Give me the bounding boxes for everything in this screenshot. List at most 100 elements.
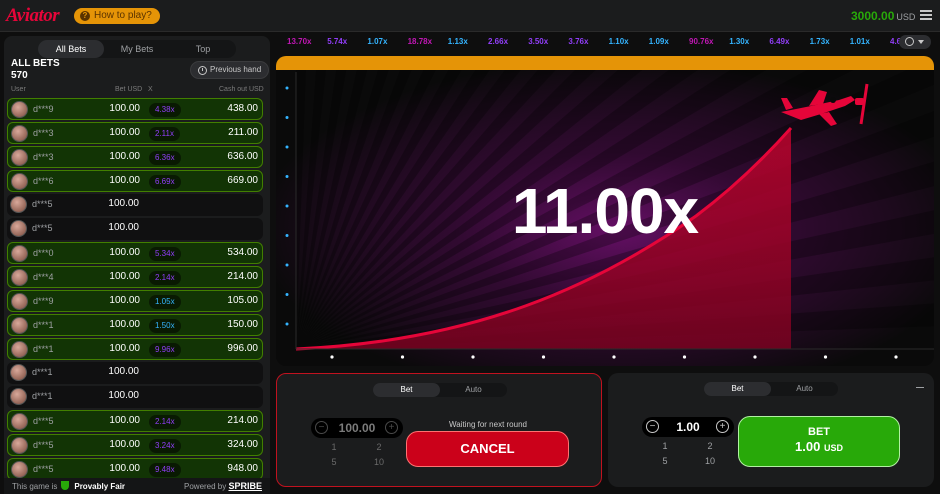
quick-amount-10[interactable]: 10: [364, 457, 394, 469]
history-multiplier[interactable]: 1.10x: [609, 37, 629, 46]
bet-amount-2[interactable]: 1.00: [662, 420, 714, 434]
multiplier-history: 13.70x 5.74x 1.07x 18.78x 1.13x 2.66x 3.50x 3.7…: [276, 33, 940, 51]
avatar: [10, 364, 27, 381]
column-bet: Bet USD: [115, 86, 143, 93]
quick-amount-5[interactable]: 5: [650, 456, 680, 468]
footer-bar: This game is Provably Fair Powered by SPR…: [4, 478, 270, 494]
bet-row-cashout: 534.00: [227, 247, 258, 258]
powered-by: Powered by SPRIBE: [184, 481, 262, 491]
bet-row-amount: 100.00: [109, 295, 140, 306]
avatar: [10, 196, 27, 213]
bet-row-amount: 100.00: [108, 198, 139, 209]
history-multiplier[interactable]: 1.07x: [367, 37, 387, 46]
balance-currency: USD: [896, 12, 916, 22]
aviator-app: Aviator ? How to play? 3000.00 USD All Be…: [0, 0, 940, 494]
chevron-down-icon: [918, 40, 924, 44]
history-dropdown-button[interactable]: [899, 35, 931, 49]
bet-row-amount: 100.00: [108, 366, 139, 377]
top-accent-bar: [276, 56, 934, 70]
bet-row-user: d***1: [32, 367, 53, 377]
bets-list: d***9 100.00 4.38x 438.00 d***3 100.00 2.11x 21…: [7, 98, 263, 482]
bet-amount-1[interactable]: 100.00: [331, 421, 383, 435]
increase-icon[interactable]: +: [716, 420, 729, 433]
bet-row-user: d***1: [33, 320, 54, 330]
tab-all-bets[interactable]: All Bets: [38, 40, 104, 58]
all-bets-count: 570: [11, 70, 28, 81]
bet-amount-stepper-1[interactable]: − 100.00 +: [311, 418, 403, 438]
bet-row-cashout: 324.00: [227, 439, 258, 450]
quick-amount-2[interactable]: 2: [695, 441, 725, 453]
bet-row: d***9 100.00 4.38x 438.00: [7, 98, 263, 120]
tab-auto-1[interactable]: Auto: [440, 383, 507, 397]
bet-panel-1: Bet Auto − 100.00 + 1 2 5 10 Waiting for…: [276, 373, 602, 487]
history-multiplier[interactable]: 90.76x: [689, 37, 713, 46]
avatar: [11, 245, 28, 262]
bet-button[interactable]: BET 1.00 USD: [738, 416, 900, 467]
history-multiplier[interactable]: 5.74x: [327, 37, 347, 46]
provably-fair-link[interactable]: This game is Provably Fair: [12, 481, 125, 491]
bet-row-user: d***3: [33, 128, 54, 138]
bet-row-cashout: 150.00: [227, 319, 258, 330]
tab-bet-2[interactable]: Bet: [704, 382, 771, 396]
bet-row-cashout: 669.00: [227, 175, 258, 186]
bet-row-amount: 100.00: [109, 343, 140, 354]
history-multiplier[interactable]: 13.70x: [287, 37, 311, 46]
all-bets-label: ALL BETS: [11, 58, 60, 69]
decrease-icon[interactable]: −: [315, 421, 328, 434]
history-multiplier[interactable]: 3.76x: [568, 37, 588, 46]
powered-by-label: Powered by: [184, 482, 227, 491]
hamburger-menu-icon[interactable]: [920, 10, 932, 20]
bet-row-amount: 100.00: [108, 390, 139, 401]
bet-row-user: d***1: [32, 391, 53, 401]
bet-amount-stepper-2[interactable]: − 1.00 +: [642, 417, 734, 437]
bet-row-multiplier: 2.14x: [149, 415, 181, 429]
previous-hand-button[interactable]: Previous hand: [190, 61, 270, 79]
history-multiplier[interactable]: 1.30x: [729, 37, 749, 46]
bet-row: d***3 100.00 6.36x 636.00: [7, 146, 263, 168]
bet-row-multiplier: 9.48x: [149, 463, 181, 477]
history-multiplier[interactable]: 1.73x: [810, 37, 830, 46]
remove-panel-icon[interactable]: [916, 387, 924, 388]
tab-bet-1[interactable]: Bet: [373, 383, 440, 397]
bet-row-cashout: 438.00: [227, 103, 258, 114]
bet-row-amount: 100.00: [109, 247, 140, 258]
history-multiplier[interactable]: 2.66x: [488, 37, 508, 46]
bet-row-amount: 100.00: [109, 103, 140, 114]
bet-row-multiplier: 6.69x: [149, 175, 181, 189]
bet-row-user: d***5: [32, 223, 53, 233]
bet-row-cashout: 105.00: [227, 295, 258, 306]
quick-amount-1[interactable]: 1: [319, 442, 349, 454]
history-multiplier[interactable]: 3.50x: [528, 37, 548, 46]
history-multiplier[interactable]: 18.78x: [408, 37, 432, 46]
tab-auto-2[interactable]: Auto: [771, 382, 838, 396]
how-to-play-button[interactable]: ? How to play?: [74, 8, 160, 24]
tab-top[interactable]: Top: [170, 40, 236, 58]
history-multiplier[interactable]: 1.01x: [850, 37, 870, 46]
bet-row-user: d***5: [33, 464, 54, 474]
history-multiplier[interactable]: 6.49x: [769, 37, 789, 46]
aviator-logo[interactable]: Aviator: [6, 5, 60, 27]
history-icon: [905, 37, 914, 46]
history-multiplier[interactable]: 1.09x: [649, 37, 669, 46]
avatar: [11, 269, 28, 286]
quick-amount-5[interactable]: 5: [319, 457, 349, 469]
cancel-button[interactable]: CANCEL: [406, 431, 569, 467]
avatar: [11, 437, 28, 454]
bet-row-amount: 100.00: [109, 463, 140, 474]
decrease-icon[interactable]: −: [646, 420, 659, 433]
increase-icon[interactable]: +: [385, 421, 398, 434]
quick-amount-2[interactable]: 2: [364, 442, 394, 454]
history-multiplier[interactable]: 1.13x: [448, 37, 468, 46]
bet-row: d***4 100.00 2.14x 214.00: [7, 266, 263, 288]
bet-row-cashout: 636.00: [227, 151, 258, 162]
quick-amount-1[interactable]: 1: [650, 441, 680, 453]
bet-row-cashout: 996.00: [227, 343, 258, 354]
quick-amount-10[interactable]: 10: [695, 456, 725, 468]
bet-button-currency: USD: [823, 443, 843, 453]
bet-row-multiplier: 9.96x: [149, 343, 181, 357]
avatar: [11, 173, 28, 190]
game-canvas: 11.00x: [276, 56, 934, 366]
bets-tabs: All Bets My Bets Top: [38, 40, 236, 58]
column-x: X: [148, 86, 153, 93]
tab-my-bets[interactable]: My Bets: [104, 40, 170, 58]
